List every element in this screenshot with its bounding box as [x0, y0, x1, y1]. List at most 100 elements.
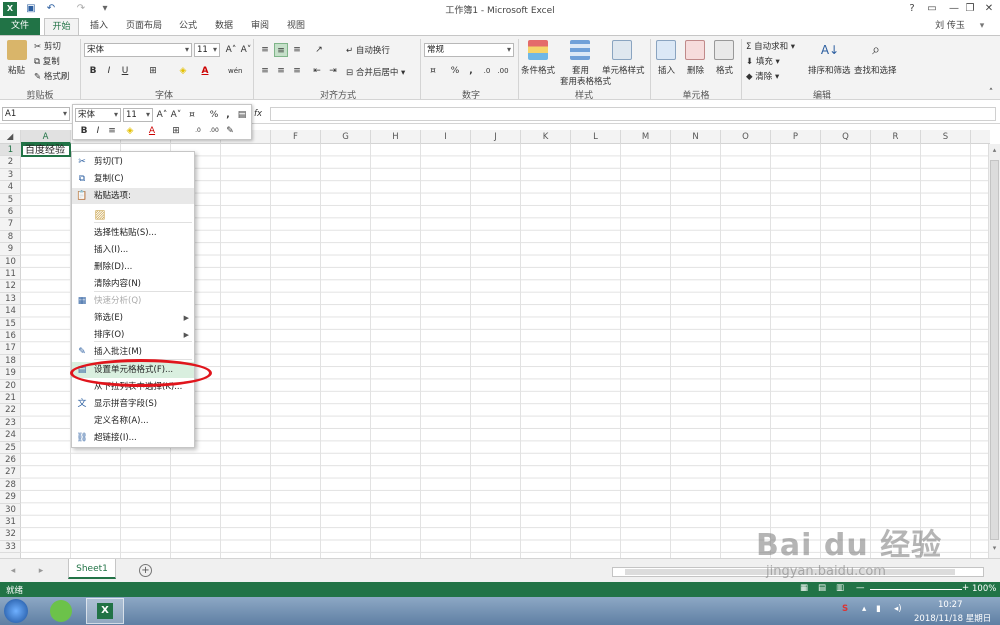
sogou-ime-icon[interactable]: S [842, 604, 848, 614]
format-painter-button[interactable]: ✎ 格式刷 [34, 70, 69, 82]
mini-size-combo[interactable]: 11 [123, 108, 153, 122]
zoom-level[interactable]: 100% [972, 584, 996, 594]
paste-button[interactable]: 粘贴 [8, 64, 25, 76]
row-header-31[interactable]: 31 [0, 516, 21, 529]
tab-view[interactable]: 视图 [282, 18, 310, 35]
next-sheet-icon[interactable]: ▸ [34, 564, 48, 578]
zoom-out-icon[interactable]: — [856, 583, 865, 593]
cell-a1[interactable]: 百度经验 [21, 144, 71, 157]
wrap-text-button[interactable]: ↵ 自动换行 [346, 44, 390, 56]
row-header-10[interactable]: 10 [0, 256, 21, 268]
increase-indent-icon[interactable]: ⇥ [326, 64, 340, 78]
row-header-6[interactable]: 6 [0, 206, 21, 219]
mini-decrease-decimal-icon[interactable]: .00 [207, 124, 221, 138]
column-header-m[interactable]: M [621, 130, 671, 144]
find-select-button[interactable]: 查找和选择 [854, 64, 897, 76]
tab-insert[interactable]: 插入 [84, 18, 114, 35]
formula-input[interactable] [270, 107, 996, 121]
context-menu-item[interactable]: ▦ 快速分析(Q) [72, 293, 194, 309]
delete-cells-button[interactable]: 删除 [687, 64, 704, 76]
row-header-24[interactable]: 24 [0, 429, 21, 442]
mini-format-cells-icon[interactable]: ▤ [235, 108, 249, 122]
sort-filter-icon[interactable]: A↓ [820, 40, 840, 60]
column-header-a[interactable]: A [21, 130, 71, 144]
context-menu-item[interactable]: 筛选(E) ▶ [72, 310, 194, 326]
column-header-i[interactable]: I [421, 130, 471, 144]
row-header-32[interactable]: 32 [0, 528, 21, 541]
context-menu-item[interactable]: ▨ [72, 204, 194, 224]
bold-button[interactable]: B [86, 64, 100, 78]
column-header-p[interactable]: P [771, 130, 821, 144]
grow-font-button[interactable]: A˄ [224, 43, 238, 57]
row-header-19[interactable]: 19 [0, 367, 21, 380]
tab-formulas[interactable]: 公式 [174, 18, 202, 35]
conditional-format-icon[interactable] [528, 40, 548, 60]
column-header-l[interactable]: L [571, 130, 621, 144]
context-menu-item[interactable]: 删除(D)... [72, 259, 194, 275]
insert-cells-icon[interactable] [656, 40, 676, 60]
column-header-n[interactable]: N [671, 130, 721, 144]
user-dropdown-icon[interactable]: ▾ [972, 18, 992, 35]
align-top-icon[interactable]: ≡ [258, 43, 272, 57]
fx-button[interactable]: fx [254, 109, 262, 119]
align-right-icon[interactable]: ≡ [290, 64, 304, 78]
underline-button[interactable]: U [118, 64, 132, 78]
mini-comma-button[interactable]: , [221, 108, 235, 122]
row-header-7[interactable]: 7 [0, 218, 21, 231]
column-header-g[interactable]: G [321, 130, 371, 144]
volume-icon[interactable]: ◂) [894, 604, 902, 614]
row-header-13[interactable]: 13 [0, 293, 21, 306]
mini-italic-button[interactable]: I [91, 124, 105, 138]
fill-color-icon[interactable]: ◈ [176, 64, 190, 78]
mini-grow-font-icon[interactable]: A˄ [155, 108, 169, 122]
collapse-ribbon-icon[interactable]: ˄ [984, 86, 998, 100]
column-header-q[interactable]: Q [821, 130, 871, 144]
font-size-combo[interactable]: 11 [194, 43, 220, 57]
zoom-slider[interactable] [870, 589, 962, 590]
row-header-20[interactable]: 20 [0, 380, 21, 392]
phonetic-icon[interactable]: wén [228, 64, 242, 78]
view-pagebreak-icon[interactable]: ▥ [836, 583, 844, 593]
mini-increase-decimal-icon[interactable]: .0 [191, 124, 205, 138]
row-header-22[interactable]: 22 [0, 404, 21, 417]
row-header-9[interactable]: 9 [0, 243, 21, 256]
row-header-28[interactable]: 28 [0, 479, 21, 492]
context-menu-item[interactable]: ⧉ 复制(C) [72, 171, 194, 187]
align-center-icon[interactable]: ≡ [274, 64, 288, 78]
italic-button[interactable]: I [102, 64, 116, 78]
name-box[interactable]: A1 [2, 107, 70, 121]
row-header-5[interactable]: 5 [0, 194, 21, 206]
conditional-format-button[interactable]: 条件格式 [521, 64, 555, 76]
row-header-8[interactable]: 8 [0, 231, 21, 244]
mini-font-combo[interactable]: 宋体 [75, 108, 121, 122]
mini-percent-button[interactable]: % [207, 108, 221, 122]
context-menu-item[interactable]: 定义名称(A)... [72, 413, 194, 429]
insert-cells-button[interactable]: 插入 [658, 64, 675, 76]
mini-currency-icon[interactable]: ¤ [185, 108, 199, 122]
fill-button[interactable]: ⬇ 填充 ▾ [746, 55, 780, 67]
orientation-icon[interactable]: ↗ [312, 43, 326, 57]
row-header-27[interactable]: 27 [0, 466, 21, 479]
vertical-scrollbar[interactable]: ▴ ▾ [988, 144, 1000, 558]
mini-shrink-font-icon[interactable]: A˅ [169, 108, 183, 122]
format-as-table-button[interactable]: 套用表格格式 [560, 75, 611, 87]
row-header-23[interactable]: 23 [0, 417, 21, 430]
paste-icon[interactable] [7, 40, 27, 60]
view-normal-icon[interactable]: ▦ [800, 583, 808, 593]
autosum-button[interactable]: Σ 自动求和 ▾ [746, 40, 795, 52]
zoom-in-icon[interactable]: + [962, 583, 969, 593]
column-header-o[interactable]: O [721, 130, 771, 144]
scroll-up-icon[interactable]: ▴ [990, 146, 999, 156]
comma-button[interactable]: , [464, 64, 478, 78]
align-left-icon[interactable]: ≡ [258, 64, 272, 78]
row-header-30[interactable]: 30 [0, 504, 21, 516]
row-header-18[interactable]: 18 [0, 355, 21, 368]
number-format-combo[interactable]: 常规 [424, 43, 514, 57]
tab-file[interactable]: 文件 [0, 18, 40, 35]
browser-icon[interactable] [50, 600, 72, 622]
tab-review[interactable]: 审阅 [246, 18, 274, 35]
tab-home[interactable]: 开始 [44, 18, 79, 36]
increase-decimal-icon[interactable]: .0 [480, 64, 494, 78]
font-name-combo[interactable]: 宋体 [84, 43, 192, 57]
cut-button[interactable]: ✂ 剪切 [34, 40, 61, 52]
